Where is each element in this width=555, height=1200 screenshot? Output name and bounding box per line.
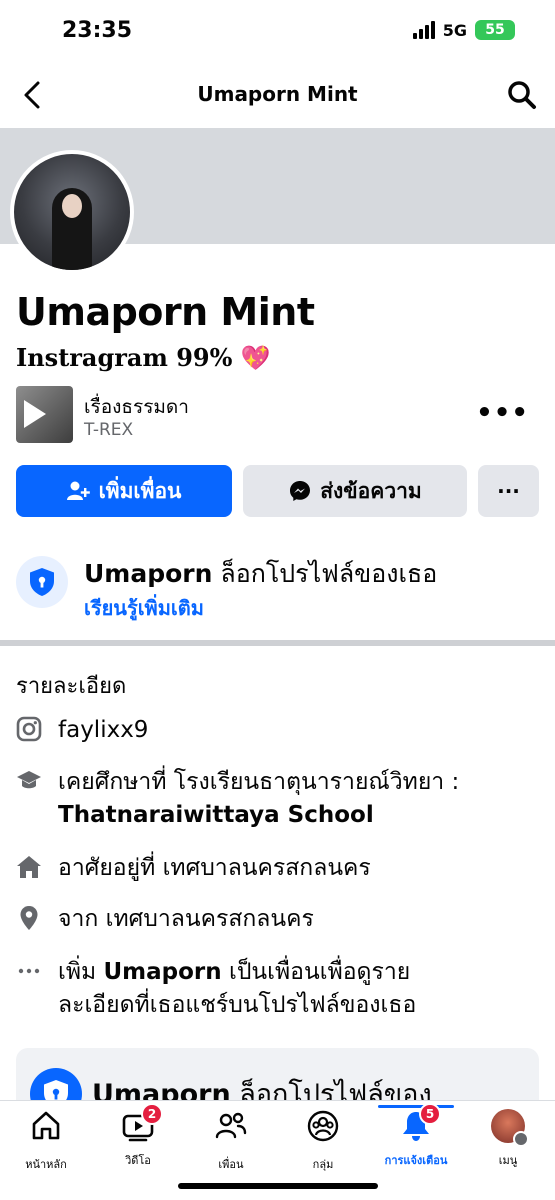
battery-level: 55 (485, 22, 505, 38)
tab-groups[interactable]: กลุ่ม (277, 1109, 369, 1173)
notifications-badge: 5 (419, 1103, 441, 1125)
shield-lock-badge (16, 556, 68, 608)
add-person-icon (66, 481, 90, 500)
graduation-cap-icon (17, 771, 41, 789)
add-friend-button[interactable]: เพิ่มเพื่อน (16, 465, 232, 517)
instagram-icon (16, 716, 42, 742)
profile-actions: เพิ่มเพื่อน ส่งข้อความ ··· (16, 465, 539, 517)
home-location-icon (17, 856, 41, 878)
status-time: 23:35 (62, 18, 133, 43)
nav-bar: Umaporn Mint (0, 62, 555, 128)
signal-icon (412, 21, 435, 39)
music-more-icon[interactable]: ••• (476, 398, 529, 428)
add-friend-hint-text: เพิ่ม Umaporn เป็นเพื่อนเพื่อดูราย ละเอี… (58, 956, 416, 1022)
education-text: เคยศึกษาที่ โรงเรียนธาตุนารายณ์วิทยา : T… (58, 766, 459, 832)
shield-lock-icon (30, 568, 54, 596)
status-bar: 23:35 5G 55 (0, 0, 555, 62)
education-school[interactable]: Thatnaraiwittaya School (58, 802, 374, 828)
bio-text: Instragram 99% (16, 343, 233, 372)
groups-icon (307, 1110, 339, 1142)
detail-lives-in: อาศัยอยู่ที่ เทศบาลนครสกลนคร (16, 852, 539, 886)
profile-music[interactable]: เรื่องธรรมดา T-REX ••• (16, 386, 539, 444)
tab-notifications[interactable]: 5 การแจ้งเตือน (370, 1103, 462, 1173)
detail-add-friend-hint: เพิ่ม Umaporn เป็นเพื่อนเพื่อดูราย ละเอี… (16, 956, 539, 1026)
home-indicator (178, 1183, 378, 1189)
education-prefix: เคยศึกษาที่ โรงเรียนธาตุนารายณ์วิทยา : (58, 769, 460, 795)
section-divider (0, 640, 555, 646)
active-tab-indicator (378, 1105, 454, 1108)
message-button[interactable]: ส่งข้อความ (243, 465, 467, 517)
lives-in-text: อาศัยอยู่ที่ เทศบาลนครสกลนคร (58, 855, 371, 881)
video-badge: 2 (141, 1103, 163, 1125)
ellipsis-icon (18, 968, 40, 974)
tab-bell-icon-wrap: 5 (399, 1103, 441, 1143)
tab-video-label: วิดีโอ (125, 1154, 151, 1167)
hint-suffix: เป็นเพื่อนเพื่อดูราย (221, 959, 411, 985)
friends-icon (215, 1112, 247, 1139)
home-icon (32, 1111, 60, 1140)
song-artist: T-REX (84, 420, 134, 440)
tab-groups-label: กลุ่ม (312, 1158, 334, 1171)
search-icon[interactable] (505, 78, 539, 112)
tab-video[interactable]: 2 วิดีโอ (92, 1103, 184, 1173)
tab-friends-label: เพื่อน (218, 1158, 244, 1171)
from-text: จาก เทศบาลนครสกลนคร (58, 906, 314, 932)
locked-profile-message: ล็อกโปรไฟล์ของเธอ (212, 559, 438, 588)
nav-title: Umaporn Mint (197, 82, 358, 106)
messenger-icon (290, 481, 311, 501)
play-icon (24, 400, 46, 428)
learn-more-link[interactable]: เรียนรู้เพิ่มเติม (84, 592, 204, 624)
battery-icon: 55 (475, 20, 515, 40)
tab-menu[interactable]: เมนู (462, 1109, 554, 1173)
avatar-face (62, 194, 82, 218)
hint-name: Umaporn (103, 959, 222, 985)
detail-from: จาก เทศบาลนครสกลนคร (16, 903, 539, 937)
tab-notifications-label: การแจ้งเตือน (384, 1154, 448, 1167)
locked-profile-text: Umaporn ล็อกโปรไฟล์ของเธอ (84, 554, 437, 594)
profile-name: Umaporn Mint (16, 290, 315, 334)
tab-friends[interactable]: เพื่อน (185, 1109, 277, 1173)
more-options-button[interactable]: ··· (478, 465, 539, 517)
tab-video-icon-wrap: 2 (121, 1103, 163, 1143)
instagram-handle: faylixx9 (58, 717, 149, 743)
add-friend-label: เพิ่มเพื่อน (98, 478, 182, 503)
detail-education: เคยศึกษาที่ โรงเรียนธาตุนารายณ์วิทยา : T… (16, 766, 539, 834)
tab-home-label: หน้าหลัก (25, 1158, 67, 1171)
locked-profile-name: Umaporn (84, 559, 213, 588)
profile-avatar[interactable] (10, 150, 134, 274)
heart-emoji-icon: 💖 (240, 343, 271, 372)
profile-bio: Instragram 99% 💖 (16, 343, 271, 372)
album-art[interactable] (16, 386, 73, 443)
hint-prefix: เพิ่ม (58, 959, 104, 985)
detail-instagram[interactable]: faylixx9 (16, 714, 539, 748)
locked-profile-notice: Umaporn ล็อกโปรไฟล์ของเธอ เรียนรู้เพิ่มเ… (16, 552, 539, 622)
menu-avatar (491, 1109, 529, 1147)
tab-menu-label: เมนู (498, 1154, 518, 1167)
menu-hamburger-icon (513, 1131, 529, 1147)
location-pin-icon (20, 906, 38, 930)
song-title: เรื่องธรรมดา (84, 396, 189, 418)
details-heading: รายละเอียด (16, 674, 127, 699)
hint-line2: ละเอียดที่เธอแชร์บนโปรไฟล์ของเธอ (58, 992, 417, 1018)
network-type: 5G (442, 20, 467, 40)
status-indicators: 5G 55 (412, 20, 515, 40)
message-label: ส่งข้อความ (320, 478, 422, 503)
tab-home[interactable]: หน้าหลัก (0, 1109, 92, 1173)
more-options-icon: ··· (497, 479, 520, 503)
